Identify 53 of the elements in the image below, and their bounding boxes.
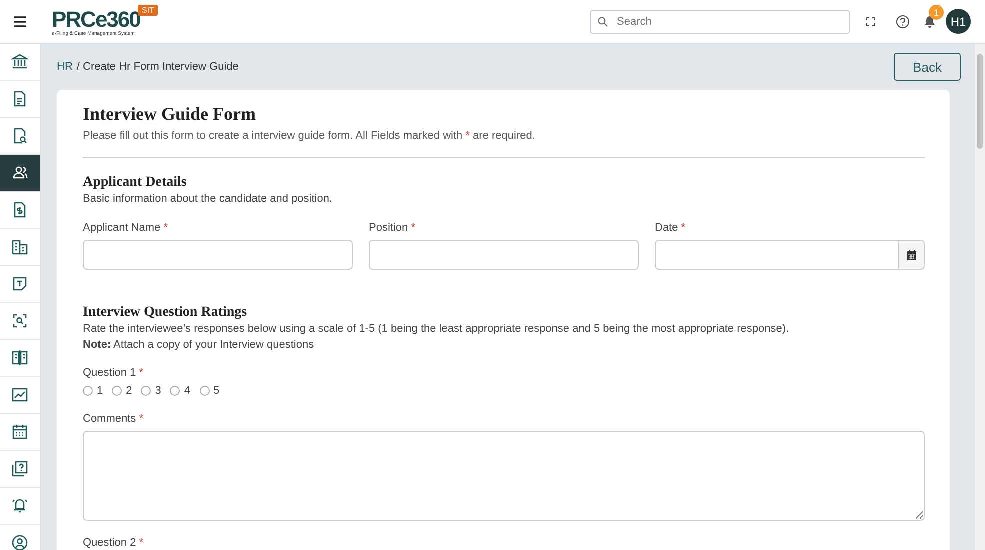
calendar-icon — [906, 250, 916, 260]
rating-option[interactable]: 2 — [112, 385, 132, 397]
calendar-button[interactable] — [899, 240, 925, 270]
environment-badge: SIT — [138, 4, 158, 16]
user-avatar[interactable]: H1 — [946, 9, 971, 34]
rating-option[interactable]: 4 — [170, 385, 190, 397]
field-label: Date * — [655, 222, 687, 234]
book-icon — [11, 349, 29, 367]
radio-button[interactable] — [170, 386, 180, 396]
note-icon — [11, 275, 29, 293]
text-field[interactable] — [369, 240, 639, 270]
question-card-icon — [11, 460, 29, 478]
text-field[interactable] — [83, 240, 353, 270]
building-icon — [11, 238, 29, 256]
search-field[interactable]: Search — [590, 10, 850, 34]
radio-button[interactable] — [112, 386, 122, 396]
scan-icon — [11, 312, 29, 330]
section-description: Rate the interviewee’s responses below using a scale of 1-5 (1 being the least appropriate response and 5 being the most appropriate response). — [83, 323, 790, 335]
radio-button[interactable] — [83, 386, 93, 396]
bank-icon — [11, 53, 29, 71]
field-label: Question 2 * — [83, 537, 145, 549]
help-icon — [896, 14, 910, 28]
radio-button[interactable] — [200, 386, 210, 396]
section-title: Interview Question Ratings — [83, 305, 248, 321]
form-title: Interview Guide Form — [83, 104, 257, 125]
rating-option[interactable]: 1 — [83, 385, 104, 397]
logo-text: PRCe360 — [52, 8, 140, 30]
form-intro: Please fill out this form to create a interview guide form. All Fields marked with * are required. — [83, 130, 536, 142]
sidebar-item[interactable] — [0, 155, 40, 192]
rating-option[interactable]: 5 — [200, 385, 220, 397]
field-label: Position * — [369, 222, 416, 234]
section-description: Basic information about the candidate and position. — [83, 193, 334, 205]
field-label: Question 1 * — [83, 367, 145, 379]
field-label: Comments * — [83, 413, 145, 425]
search-icon — [598, 16, 608, 26]
calendar-icon — [11, 423, 29, 441]
alarm-bell-icon — [11, 497, 29, 515]
notification-count: 1 — [929, 5, 944, 20]
comments-field[interactable] — [83, 431, 925, 521]
menu-icon — [13, 16, 27, 28]
back-button[interactable]: Back — [894, 53, 961, 81]
section-note: Note: Attach a copy of your Interview questions — [83, 339, 316, 351]
date-field[interactable] — [655, 240, 899, 270]
field-label: Applicant Name * — [83, 222, 169, 234]
breadcrumb-link[interactable]: HR — [57, 61, 73, 73]
breadcrumb-current: / Create Hr Form Interview Guide — [76, 61, 239, 73]
fullscreen-icon — [866, 16, 876, 26]
scrollbar[interactable] — [975, 44, 985, 550]
radio-button[interactable] — [141, 386, 152, 396]
chart-icon — [11, 386, 29, 404]
bell-icon — [924, 15, 936, 28]
section-title: Applicant Details — [83, 175, 188, 191]
rating-option[interactable]: 3 — [141, 385, 162, 397]
